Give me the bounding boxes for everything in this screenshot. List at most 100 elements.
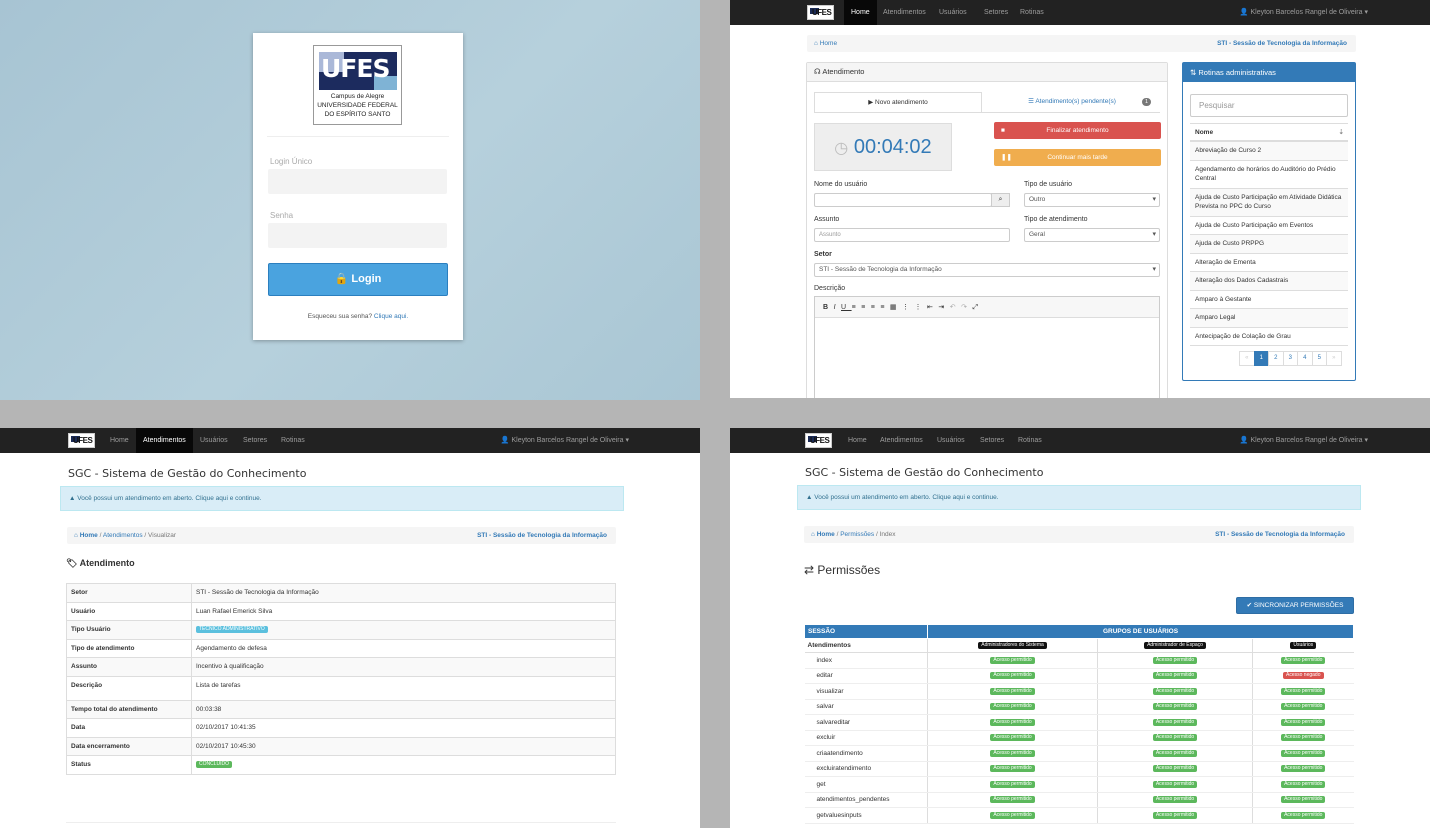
access-allowed-badge[interactable]: Acesso permitido bbox=[1152, 718, 1198, 726]
page-link[interactable]: « bbox=[1239, 351, 1255, 366]
access-allowed-badge[interactable]: Acesso permitido bbox=[1152, 780, 1198, 788]
list-icons[interactable]: ⋮⋮ bbox=[902, 304, 927, 311]
description-editor[interactable]: BIU≡≡≡≡▦⋮⋮⇤⇥↶↷⤢ bbox=[814, 296, 1160, 398]
routine-row[interactable]: Ajuda de Custo Participação em Atividade… bbox=[1190, 188, 1348, 217]
routine-row[interactable]: Abreviação de Curso 2 bbox=[1190, 142, 1348, 161]
access-allowed-badge[interactable]: Acesso permitido bbox=[990, 687, 1035, 695]
access-allowed-badge[interactable]: Acesso permitido bbox=[990, 765, 1035, 773]
page-link[interactable]: 2 bbox=[1268, 351, 1284, 366]
access-allowed-badge[interactable]: Acesso permitido bbox=[1281, 749, 1326, 757]
routine-row[interactable]: Alteração dos Dados Cadastrais bbox=[1190, 272, 1348, 291]
access-allowed-badge[interactable]: Acesso permitido bbox=[990, 672, 1035, 680]
page-link[interactable]: 4 bbox=[1297, 351, 1313, 366]
access-allowed-badge[interactable]: Acesso permitido bbox=[1281, 780, 1326, 788]
nav-home[interactable]: Home bbox=[103, 428, 136, 453]
subject-input[interactable]: Assunto bbox=[814, 228, 1010, 242]
tab-new-service[interactable]: ▶ Novo atendimento bbox=[814, 92, 982, 113]
access-allowed-badge[interactable]: Acesso permitido bbox=[1281, 811, 1326, 819]
breadcrumb-permissions[interactable]: Permissões bbox=[840, 531, 874, 538]
italic-icon[interactable]: I bbox=[834, 304, 841, 311]
nav-home[interactable]: Home bbox=[841, 428, 874, 453]
breadcrumb-home[interactable]: Home bbox=[817, 531, 835, 538]
access-allowed-badge[interactable]: Acesso permitido bbox=[990, 718, 1035, 726]
brand-logo[interactable]: UFES bbox=[68, 433, 95, 448]
access-allowed-badge[interactable]: Acesso permitido bbox=[1152, 734, 1198, 742]
nav-atendimentos[interactable]: Atendimentos bbox=[876, 0, 933, 25]
underline-icon[interactable]: U bbox=[841, 304, 852, 311]
open-service-alert[interactable]: ▲ Você possui um atendimento em aberto. … bbox=[797, 485, 1361, 510]
access-allowed-badge[interactable]: Acesso permitido bbox=[1281, 765, 1326, 773]
routine-row[interactable]: Agendamento de horários do Auditório do … bbox=[1190, 160, 1348, 189]
table-icon[interactable]: ▦ bbox=[890, 304, 902, 311]
sector-select[interactable]: STI - Sessão de Tecnologia da Informação bbox=[814, 263, 1160, 277]
access-allowed-badge[interactable]: Acesso permitido bbox=[1152, 796, 1198, 804]
user-menu[interactable]: 👤 Kleyton Barcelos Rangel de Oliveira ▾ bbox=[1240, 428, 1368, 453]
access-allowed-badge[interactable]: Acesso permitido bbox=[1152, 749, 1198, 757]
nav-atendimentos[interactable]: Atendimentos bbox=[873, 428, 930, 453]
breadcrumb-sector[interactable]: STI - Sessão de Tecnologia da Informação bbox=[477, 527, 607, 544]
access-allowed-badge[interactable]: Acesso permitido bbox=[1281, 703, 1326, 711]
page-link[interactable]: 5 bbox=[1311, 351, 1327, 366]
routines-search-input[interactable]: Pesquisar bbox=[1190, 94, 1348, 117]
service-type-select[interactable]: Geral bbox=[1024, 228, 1160, 242]
fullscreen-icon[interactable]: ⤢ bbox=[973, 304, 984, 311]
password-input[interactable] bbox=[268, 223, 447, 248]
nav-setores[interactable]: Setores bbox=[236, 428, 274, 453]
routine-row[interactable]: Ajuda de Custo PRPPG bbox=[1190, 235, 1348, 254]
access-allowed-badge[interactable]: Acesso permitido bbox=[1152, 656, 1198, 664]
brand-logo[interactable]: UFES bbox=[807, 5, 834, 20]
access-allowed-badge[interactable]: Acesso permitido bbox=[990, 749, 1035, 757]
login-input[interactable] bbox=[268, 169, 447, 194]
nav-home[interactable]: Home bbox=[844, 0, 877, 25]
nav-usuarios[interactable]: Usuários bbox=[193, 428, 235, 453]
nav-rotinas[interactable]: Rotinas bbox=[274, 428, 312, 453]
routine-row[interactable]: Ajuda de Custo Participação em Eventos bbox=[1190, 216, 1348, 235]
access-allowed-badge[interactable]: Acesso permitido bbox=[1152, 703, 1198, 711]
access-allowed-badge[interactable]: Acesso permitido bbox=[990, 780, 1035, 788]
breadcrumb-atendimentos[interactable]: Atendimentos bbox=[103, 532, 143, 539]
continue-later-button[interactable]: ❚❚ Continuar mais tarde bbox=[994, 149, 1161, 166]
access-allowed-badge[interactable]: Acesso permitido bbox=[1281, 718, 1326, 726]
breadcrumb-home[interactable]: Home bbox=[80, 532, 98, 539]
routine-row[interactable]: Amparo Legal bbox=[1190, 309, 1348, 328]
breadcrumb-sector[interactable]: STI - Sessão de Tecnologia da Informação bbox=[1215, 526, 1345, 543]
user-name-input[interactable] bbox=[814, 193, 992, 207]
user-menu[interactable]: 👤 Kleyton Barcelos Rangel de Oliveira ▾ bbox=[501, 428, 629, 453]
access-allowed-badge[interactable]: Acesso permitido bbox=[990, 734, 1035, 742]
access-allowed-badge[interactable]: Acesso permitido bbox=[1281, 656, 1326, 664]
routine-row[interactable]: Antecipação de Colação de Grau bbox=[1190, 327, 1348, 346]
access-allowed-badge[interactable]: Acesso permitido bbox=[1152, 765, 1198, 773]
page-link[interactable]: 1 bbox=[1253, 351, 1269, 366]
forgot-link[interactable]: Clique aqui. bbox=[374, 313, 408, 320]
page-link[interactable]: 3 bbox=[1282, 351, 1298, 366]
login-button[interactable]: 🔒 Login bbox=[268, 263, 448, 296]
access-allowed-badge[interactable]: Acesso permitido bbox=[1152, 811, 1198, 819]
user-type-select[interactable]: Outro bbox=[1024, 193, 1160, 207]
access-allowed-badge[interactable]: Acesso permitido bbox=[1281, 734, 1326, 742]
access-allowed-badge[interactable]: Acesso permitido bbox=[990, 703, 1035, 711]
routine-row[interactable]: Alteração de Ementa bbox=[1190, 253, 1348, 272]
nav-rotinas[interactable]: Rotinas bbox=[1011, 428, 1049, 453]
search-user-button[interactable]: ⌕ bbox=[991, 193, 1010, 207]
nav-setores[interactable]: Setores bbox=[973, 428, 1011, 453]
bold-icon[interactable]: B bbox=[823, 304, 834, 311]
undo-redo-icons[interactable]: ↶↷ bbox=[950, 304, 973, 311]
brand-logo[interactable]: UFES bbox=[805, 433, 832, 448]
nav-usuarios[interactable]: Usuários bbox=[932, 0, 974, 25]
access-allowed-badge[interactable]: Acesso permitido bbox=[1281, 687, 1326, 695]
access-allowed-badge[interactable]: Acesso permitido bbox=[990, 796, 1035, 804]
access-allowed-badge[interactable]: Acesso permitido bbox=[1152, 672, 1198, 680]
user-menu[interactable]: 👤 Kleyton Barcelos Rangel de Oliveira ▾ bbox=[1240, 0, 1368, 25]
routines-col-name[interactable]: Nome ⇣ bbox=[1190, 124, 1348, 142]
breadcrumb-home[interactable]: Home bbox=[820, 40, 837, 47]
finish-service-button[interactable]: ■ Finalizar atendimento bbox=[994, 122, 1161, 139]
nav-rotinas[interactable]: Rotinas bbox=[1013, 0, 1051, 25]
access-allowed-badge[interactable]: Acesso permitido bbox=[1152, 687, 1198, 695]
access-denied-badge[interactable]: Acesso negado bbox=[1283, 672, 1324, 680]
open-service-alert[interactable]: ▲ Você possui um atendimento em aberto. … bbox=[60, 486, 624, 511]
nav-atendimentos[interactable]: Atendimentos bbox=[136, 428, 193, 453]
access-allowed-badge[interactable]: Acesso permitido bbox=[990, 656, 1035, 664]
routine-row[interactable]: Amparo à Gestante bbox=[1190, 290, 1348, 309]
access-allowed-badge[interactable]: Acesso permitido bbox=[1281, 796, 1326, 804]
sync-permissions-button[interactable]: ✔ SINCRONIZAR PERMISSÕES bbox=[1236, 597, 1354, 614]
